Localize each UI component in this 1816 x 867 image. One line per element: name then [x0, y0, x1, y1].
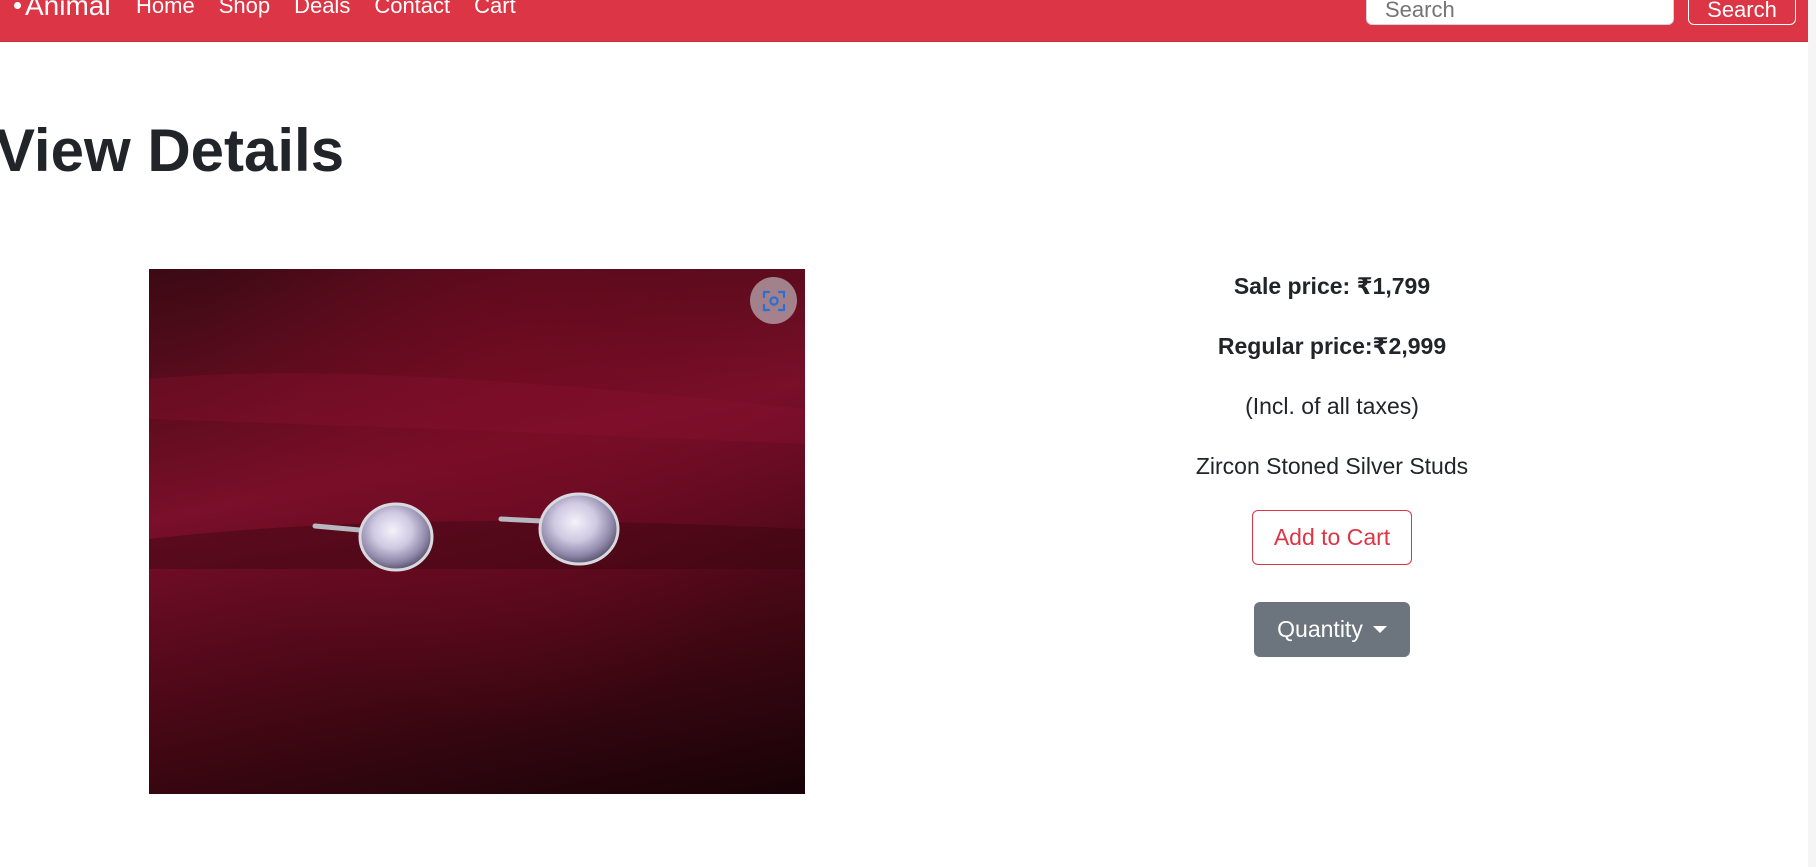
- visual-search-button[interactable]: [750, 277, 797, 324]
- regular-price-block: Regular price:₹2,999: [1000, 330, 1664, 362]
- tax-note: (Incl. of all taxes): [1245, 393, 1419, 419]
- nav-link-shop[interactable]: Shop: [219, 0, 270, 17]
- top-navbar: Animal Home Shop Deals Contact Cart Sear…: [0, 0, 1816, 42]
- quantity-label: Quantity: [1277, 616, 1363, 642]
- search-input[interactable]: [1366, 0, 1674, 25]
- regular-price: Regular price:₹2,999: [1217, 333, 1447, 359]
- nav-link-cart[interactable]: Cart: [474, 0, 516, 17]
- nav-link-deals[interactable]: Deals: [294, 0, 350, 17]
- brand-link[interactable]: Animal: [14, 0, 111, 20]
- search-button[interactable]: Search: [1688, 0, 1796, 25]
- nav-link-contact[interactable]: Contact: [374, 0, 450, 17]
- brand-dot-icon: [14, 2, 21, 9]
- product-name-block: Zircon Stoned Silver Studs: [1000, 450, 1664, 482]
- earrings-illustration: [149, 373, 805, 572]
- nav-links: Home Shop Deals Contact Cart: [136, 0, 516, 17]
- page-title: View Details: [0, 117, 345, 184]
- brand-name: Animal: [25, 0, 111, 21]
- nav-link-home[interactable]: Home: [136, 0, 195, 17]
- lens-scan-icon: [762, 290, 785, 311]
- sale-price: Sale price: ₹1,799: [1233, 273, 1431, 299]
- add-to-cart-button[interactable]: Add to Cart: [1252, 510, 1412, 565]
- sale-price-block: Sale price: ₹1,799: [1000, 270, 1664, 302]
- product-image: [149, 269, 805, 794]
- caret-down-icon: [1372, 626, 1387, 633]
- tax-note-block: (Incl. of all taxes): [1000, 390, 1664, 422]
- quantity-dropdown[interactable]: Quantity: [1254, 602, 1410, 657]
- page-scrollbar[interactable]: [1808, 0, 1816, 867]
- product-name: Zircon Stoned Silver Studs: [1195, 453, 1469, 479]
